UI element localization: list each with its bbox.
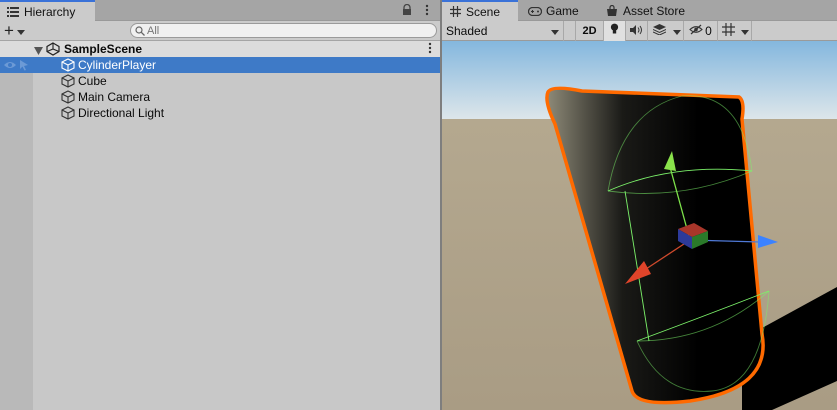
scene-toolbar: Shaded 2D 0 [442,20,837,41]
tab-game-label: Game [546,4,579,18]
hierarchy-item-label: Main Camera [78,90,151,104]
tab-game[interactable]: Game [522,1,594,21]
grid-toggle[interactable] [718,21,738,41]
shading-mode-value: Shaded [446,23,488,38]
grid-icon [721,22,735,39]
hierarchy-item-cylinderplayer[interactable]: CylinderPlayer [0,57,440,73]
scene-panel: Scene Game Asset Store Shaded 2D 0 [442,0,837,410]
search-icon [135,25,145,39]
hierarchy-tree: SampleScene CylinderPlayer Cube Main Cam… [0,41,440,121]
kebab-menu-icon[interactable] [420,3,434,17]
scene-name: SampleScene [64,42,143,56]
chevron-down-icon [740,24,749,38]
hierarchy-item-cube[interactable]: Cube [0,73,440,89]
effects-dropdown[interactable] [670,20,684,41]
layers-icon [652,23,666,38]
search-input[interactable] [147,24,436,37]
hierarchy-tabbar: Hierarchy [0,0,440,21]
scene-viewport[interactable] [442,41,837,410]
chevron-down-icon [16,24,25,38]
scene-render[interactable] [442,41,837,410]
tab-scene-label: Scene [466,4,501,19]
scene-tabbar: Scene Game Asset Store [442,0,837,21]
cube-icon [61,90,75,104]
store-icon [605,4,619,18]
lightbulb-icon [610,23,619,38]
hierarchy-toolbar: + [0,21,440,41]
toolbar-spacer [564,20,576,41]
pointer-icon[interactable] [18,59,30,74]
fold-arrow-icon[interactable] [34,44,43,58]
create-button[interactable]: + [4,22,34,39]
hierarchy-panel: Hierarchy + All SampleScene CylinderPlay… [0,0,440,410]
scene-row[interactable]: SampleScene [0,41,440,57]
cube-icon [61,74,75,88]
hierarchy-item-main-camera[interactable]: Main Camera [0,89,440,105]
tab-scene[interactable]: Scene [442,0,518,21]
tab-hierarchy-label: Hierarchy [24,4,76,19]
tab-asset-store[interactable]: Asset Store [599,1,709,21]
tab-asset-store-label: Asset Store [623,4,686,18]
shading-mode-dropdown[interactable]: Shaded [442,20,564,41]
cube-icon [61,106,75,120]
hidden-objects-toggle[interactable]: 0 [684,20,718,41]
tab-hierarchy[interactable]: Hierarchy [0,0,95,21]
eye-icon[interactable] [3,59,17,73]
effects-toggle[interactable] [648,21,670,41]
hierarchy-item-label: Cube [78,74,107,88]
chevron-down-icon [551,24,559,38]
audio-toggle[interactable] [626,20,648,41]
plus-icon: + [4,20,14,40]
grid-dropdown[interactable] [738,20,752,41]
scene-kebab-icon[interactable] [428,42,432,57]
lock-icon[interactable] [400,3,414,17]
cube-icon [61,58,75,72]
hash-icon [448,5,462,19]
hidden-count: 0 [705,23,712,38]
speaker-icon [630,24,643,38]
hierarchy-search[interactable] [130,23,437,38]
gamepad-icon [528,4,542,18]
toggle-2d-label: 2D [582,24,597,37]
list-icon [6,5,20,19]
toggle-2d-button[interactable]: 2D [576,20,604,41]
hierarchy-item-label: Directional Light [78,106,165,120]
hierarchy-item-label: CylinderPlayer [78,58,157,72]
eye-slash-icon [689,24,703,38]
lighting-toggle[interactable] [604,20,626,41]
hierarchy-item-directional-light[interactable]: Directional Light [0,105,440,121]
chevron-down-icon [672,24,681,38]
